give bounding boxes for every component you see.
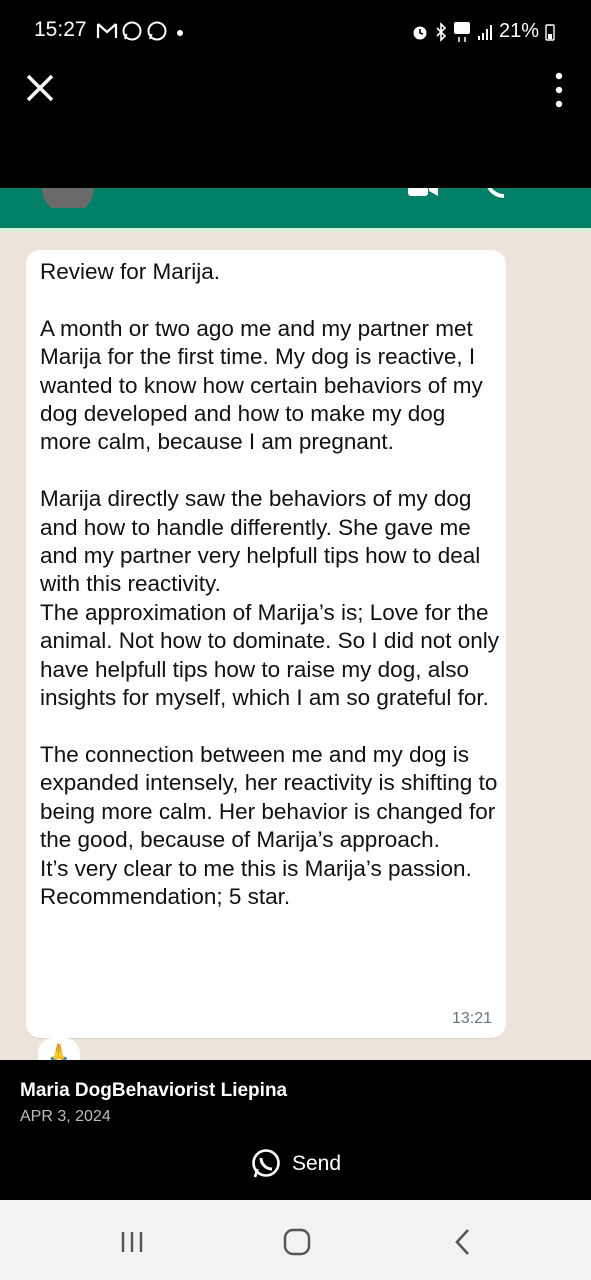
more-vert-icon bbox=[555, 72, 563, 108]
gmail-icon bbox=[96, 23, 118, 38]
signal-icon bbox=[477, 24, 492, 40]
shared-screenshot: Review for Marija. A month or two ago me… bbox=[0, 188, 591, 1060]
dot-icon bbox=[177, 30, 183, 36]
home-button[interactable] bbox=[277, 1222, 317, 1262]
message-bubble: Review for Marija. A month or two ago me… bbox=[26, 250, 506, 1038]
back-button[interactable] bbox=[443, 1222, 483, 1262]
message-reaction: 🙏 bbox=[38, 1038, 80, 1060]
chat-banner-strip bbox=[0, 228, 591, 232]
battery-percent: 21% bbox=[498, 20, 539, 42]
system-icons: 21% bbox=[411, 20, 555, 43]
whatsapp-icon bbox=[252, 1149, 280, 1178]
more-options-button[interactable] bbox=[551, 70, 567, 110]
send-button[interactable]: Send bbox=[250, 1148, 341, 1180]
message-text: Review for Marija. A month or two ago me… bbox=[40, 259, 500, 909]
whatsapp-icon bbox=[147, 21, 167, 41]
navigation-bar bbox=[0, 1200, 591, 1280]
whatsapp-icon bbox=[122, 21, 142, 41]
alarm-icon bbox=[413, 26, 427, 39]
phone-icon bbox=[487, 188, 505, 198]
5g-icon bbox=[453, 21, 470, 42]
home-icon bbox=[283, 1228, 311, 1256]
recents-button[interactable] bbox=[112, 1222, 152, 1262]
notification-icons bbox=[96, 20, 185, 42]
bluetooth-icon bbox=[436, 21, 447, 42]
caption-panel: Maria DogBehaviorist Liepina APR 3, 2024… bbox=[0, 1060, 591, 1200]
send-label: Send bbox=[292, 1152, 342, 1175]
chat-header-cropped bbox=[0, 188, 591, 228]
sent-date: APR 3, 2024 bbox=[20, 1108, 111, 1125]
avatar bbox=[42, 188, 94, 208]
sender-name: Maria DogBehaviorist Liepina bbox=[20, 1080, 288, 1101]
status-bar: 15:27 21% bbox=[0, 0, 591, 62]
close-button[interactable] bbox=[22, 70, 58, 106]
back-icon bbox=[455, 1229, 469, 1255]
recents-icon bbox=[121, 1232, 143, 1252]
status-time: 15:27 bbox=[34, 18, 87, 41]
viewer-top-bar bbox=[0, 62, 591, 188]
close-icon bbox=[26, 74, 54, 102]
message-time: 13:21 bbox=[451, 1010, 492, 1027]
video-call-icon bbox=[408, 188, 438, 196]
battery-icon bbox=[545, 23, 555, 41]
